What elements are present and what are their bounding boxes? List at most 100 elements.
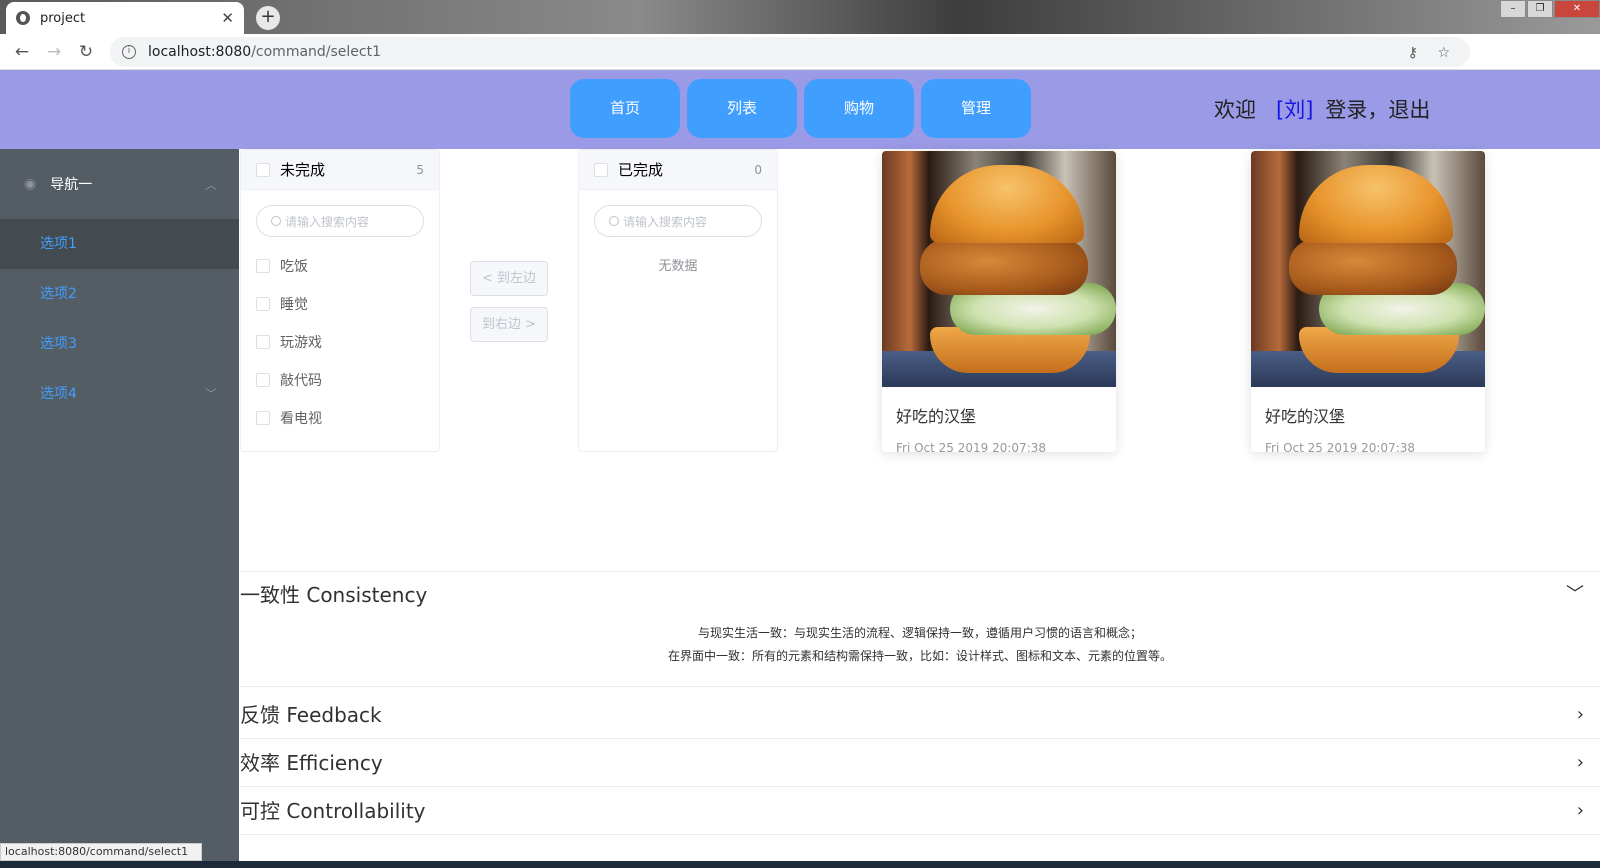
item-checkbox[interactable]	[256, 373, 270, 387]
minimize-button[interactable]: –	[1500, 0, 1526, 18]
status-bar-url: localhost:8080/command/select1	[0, 843, 202, 861]
chevron-right-icon: ›	[1576, 752, 1584, 773]
transfer-right-header: 已完成 0	[579, 150, 777, 190]
menu-admin-button[interactable]: 管理	[921, 79, 1031, 138]
collapse-feedback: 反馈 Feedback ›	[240, 692, 1600, 739]
card-date: Fri Oct 25 2019 20:07:38	[896, 441, 1047, 452]
location-icon: ◉	[24, 176, 37, 192]
transfer-right-panel: 已完成 0 请输入搜索内容 无数据	[578, 149, 778, 452]
login-link[interactable]: 登录，	[1325, 98, 1388, 122]
browser-tab[interactable]: project ✕	[6, 2, 244, 34]
new-tab-button[interactable]: +	[256, 6, 280, 30]
chevron-up-icon: ︿	[204, 177, 217, 192]
sidebar-item-option4[interactable]: 选项4 ﹀	[0, 369, 239, 419]
sidebar-item-label: 选项4	[40, 386, 77, 402]
transfer-item[interactable]: 玩游戏	[241, 323, 439, 361]
transfer-item[interactable]: 敲代码	[241, 361, 439, 399]
transfer-right-title: 已完成	[618, 161, 664, 179]
star-icon[interactable]: ☆	[1437, 45, 1450, 61]
url-field[interactable]: i localhost:8080/command/select1 ⚷ ☆	[110, 37, 1470, 67]
os-taskbar	[0, 861, 1600, 868]
forward-arrow-icon[interactable]: →	[38, 42, 70, 62]
transfer-item[interactable]: 睡觉	[241, 285, 439, 323]
window-controls: – ❐ ✕	[1499, 0, 1600, 18]
collapse-efficiency: 效率 Efficiency ›	[240, 740, 1600, 787]
item-checkbox[interactable]	[256, 259, 270, 273]
tab-title: project	[40, 10, 86, 26]
chevron-down-icon: ﹀	[204, 387, 217, 401]
close-icon[interactable]: ✕	[221, 9, 234, 27]
menu-list-button[interactable]: 列表	[687, 79, 797, 138]
browser-tab-strip: project ✕ + – ❐ ✕	[0, 0, 1600, 34]
transfer-item[interactable]: 看电视	[241, 399, 439, 437]
product-card[interactable]: 好吃的汉堡 Fri Oct 25 2019 20:07:38	[1251, 151, 1485, 452]
to-right-button[interactable]: 到右边 >	[470, 307, 548, 342]
card-title: 好吃的汉堡	[896, 407, 977, 426]
transfer-left-panel: 未完成 5 请输入搜索内容 吃饭 睡觉 玩游戏 敲代码 看电视	[240, 149, 440, 452]
item-checkbox[interactable]	[256, 297, 270, 311]
collapse-header[interactable]: 一致性 Consistency ﹀	[240, 572, 1600, 618]
menu-home-button[interactable]: 首页	[570, 79, 680, 138]
content-line: 与现实生活一致：与现实生活的流程、逻辑保持一致，遵循用户习惯的语言和概念；	[697, 626, 1142, 640]
sidebar-group-title: 导航一	[50, 177, 93, 193]
collapse-header[interactable]: 反馈 Feedback ›	[240, 692, 1600, 738]
sidebar: ◉ 导航一 ︿ 选项1 选项2 选项3 选项4 ﹀	[0, 149, 239, 868]
transfer-left-header: 未完成 5	[241, 150, 439, 190]
address-bar-row: ← → ↻ i localhost:8080/command/select1 ⚷…	[0, 34, 1600, 94]
app-header: 首页 列表 购物 管理 欢迎 [刘] 登录，退出	[0, 70, 1600, 149]
empty-text: 无数据	[658, 259, 698, 274]
card-title: 好吃的汉堡	[1265, 407, 1346, 426]
transfer-item[interactable]: 吃饭	[241, 247, 439, 285]
chevron-right-icon: ›	[1576, 800, 1584, 821]
collapse-content: 与现实生活一致：与现实生活的流程、逻辑保持一致，遵循用户习惯的语言和概念； 在界…	[240, 618, 1600, 686]
restore-button[interactable]: ❐	[1527, 0, 1553, 18]
collapse-title: 效率 Efficiency	[240, 751, 383, 775]
transfer-left-count: 5	[416, 162, 424, 177]
key-icon[interactable]: ⚷	[1408, 45, 1418, 61]
chevron-right-icon: ›	[1576, 704, 1584, 725]
transfer-left-title: 未完成	[280, 161, 326, 179]
username: [刘]	[1276, 98, 1314, 122]
collapse-consistency: 一致性 Consistency ﹀ 与现实生活一致：与现实生活的流程、逻辑保持一…	[240, 571, 1600, 687]
select-all-checkbox[interactable]	[594, 162, 608, 177]
item-checkbox[interactable]	[256, 335, 270, 349]
menu-shop-button[interactable]: 购物	[804, 79, 914, 138]
collapse-header[interactable]: 可控 Controllability ›	[240, 788, 1600, 834]
collapse-title: 一致性 Consistency	[240, 583, 428, 607]
select-all-checkbox[interactable]	[256, 162, 270, 177]
sidebar-item-option2[interactable]: 选项2	[0, 269, 239, 319]
to-left-button[interactable]: < 到左边	[470, 261, 548, 296]
search-placeholder: 请输入搜索内容	[623, 214, 708, 229]
sidebar-item-option1[interactable]: 选项1	[0, 219, 239, 269]
url-host: localhost:8080	[148, 44, 252, 60]
chevron-down-icon: ﹀	[1566, 584, 1584, 605]
sidebar-group-nav1[interactable]: ◉ 导航一 ︿	[0, 149, 239, 219]
transfer-left-search[interactable]: 请输入搜索内容	[256, 205, 424, 237]
welcome-text: 欢迎	[1214, 98, 1256, 122]
collapse-title: 可控 Controllability	[240, 799, 426, 823]
info-icon[interactable]: i	[122, 45, 136, 59]
collapse-header[interactable]: 效率 Efficiency ›	[240, 740, 1600, 786]
logout-link[interactable]: 退出	[1388, 98, 1430, 122]
collapse-title: 反馈 Feedback	[240, 703, 382, 727]
globe-icon	[16, 11, 30, 25]
collapse-controllability: 可控 Controllability ›	[240, 788, 1600, 835]
burger-image	[882, 151, 1116, 387]
transfer-right-count: 0	[754, 162, 762, 177]
item-label: 看电视	[280, 411, 322, 427]
transfer-right-search[interactable]: 请输入搜索内容	[594, 205, 762, 237]
content-line: 在界面中一致：所有的元素和结构需保持一致，比如：设计样式、图标和文本、元素的位置…	[667, 649, 1172, 663]
item-label: 玩游戏	[280, 335, 322, 351]
item-label: 敲代码	[280, 373, 322, 389]
item-checkbox[interactable]	[256, 411, 270, 425]
search-icon	[609, 216, 619, 226]
item-label: 睡觉	[280, 297, 308, 313]
product-card[interactable]: 好吃的汉堡 Fri Oct 25 2019 20:07:38	[882, 151, 1116, 452]
sidebar-item-option3[interactable]: 选项3	[0, 319, 239, 369]
close-window-button[interactable]: ✕	[1554, 0, 1600, 18]
back-arrow-icon[interactable]: ←	[6, 42, 38, 62]
card-date: Fri Oct 25 2019 20:07:38	[1265, 441, 1416, 452]
search-placeholder: 请输入搜索内容	[285, 214, 370, 229]
url-path: /command/select1	[251, 44, 382, 60]
reload-icon[interactable]: ↻	[70, 42, 102, 62]
